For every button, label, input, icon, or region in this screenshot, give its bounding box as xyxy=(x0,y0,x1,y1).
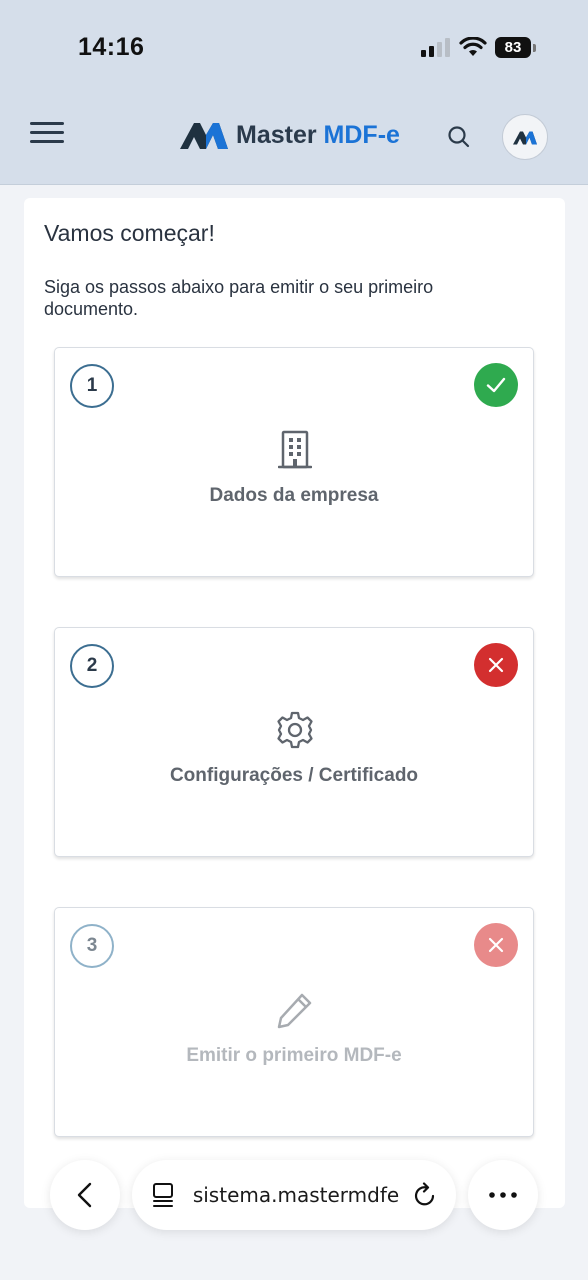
reload-icon[interactable] xyxy=(413,1182,437,1208)
avatar-logo-icon xyxy=(513,131,537,144)
step-label: Dados da empresa xyxy=(209,485,379,506)
user-avatar[interactable] xyxy=(502,114,548,160)
step-label: Emitir o primeiro MDF-e xyxy=(186,1045,402,1066)
url-text[interactable]: sistema.mastermdfe xyxy=(193,1183,399,1207)
close-icon xyxy=(474,923,518,967)
step-card-settings-certificate[interactable]: 2 Configurações / Certificado xyxy=(54,627,534,857)
back-button[interactable] xyxy=(50,1160,120,1230)
cellular-signal-icon xyxy=(421,38,450,57)
close-icon xyxy=(474,643,518,687)
logo-text-mdfe: MDF-e xyxy=(323,120,400,149)
app-logo[interactable]: Master MDF-e xyxy=(180,120,400,150)
step-number-badge: 3 xyxy=(70,924,114,968)
logo-text: Master MDF-e xyxy=(236,121,400,150)
top-bar: 14:16 83 Master MDF-e xyxy=(0,0,588,185)
gear-icon xyxy=(273,708,317,752)
step-number-badge: 1 xyxy=(70,364,114,408)
step-label: Configurações / Certificado xyxy=(169,765,419,786)
more-options-button[interactable] xyxy=(468,1160,538,1230)
check-icon xyxy=(474,363,518,407)
address-bar[interactable]: sistema.mastermdfe xyxy=(132,1160,456,1230)
battery-indicator: 83 xyxy=(495,37,531,58)
page-title: Vamos começar! xyxy=(44,220,215,246)
page-subtitle: Siga os passos abaixo para emitir o seu … xyxy=(44,277,434,319)
tab-view-icon[interactable] xyxy=(151,1182,175,1208)
pencil-icon xyxy=(273,988,317,1032)
search-icon[interactable] xyxy=(446,124,472,150)
chevron-left-icon xyxy=(77,1182,92,1208)
status-time: 14:16 xyxy=(78,33,145,61)
battery-tip xyxy=(533,44,536,52)
ellipsis-icon xyxy=(489,1192,517,1198)
step-card-issue-first-mdfe[interactable]: 3 Emitir o primeiro MDF-e xyxy=(54,907,534,1137)
logo-text-master: Master xyxy=(236,120,317,149)
master-logo-icon xyxy=(180,123,228,149)
step-card-company-data[interactable]: 1 Dados da empresa xyxy=(54,347,534,577)
wifi-icon xyxy=(459,37,487,56)
hamburger-menu-icon[interactable] xyxy=(30,122,64,150)
building-icon xyxy=(273,428,317,472)
step-number-badge: 2 xyxy=(70,644,114,688)
